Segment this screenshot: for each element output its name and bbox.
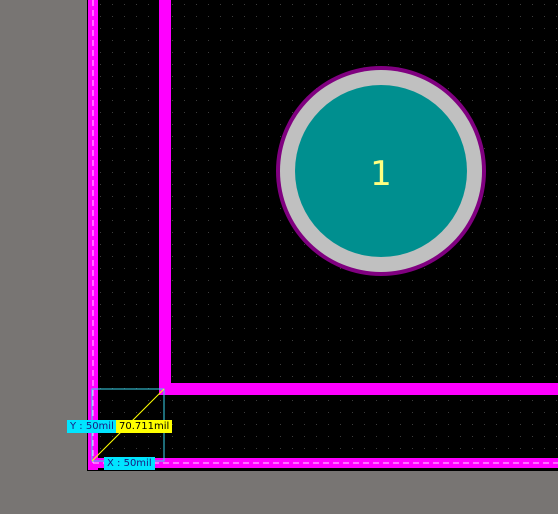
inner-outline-bottom: [159, 383, 558, 395]
measure-x-label: X : 50mil: [104, 457, 155, 470]
measure-y-label: Y : 50mil: [67, 420, 117, 433]
inner-outline-left: [159, 0, 171, 395]
pad-designator: 1: [370, 154, 392, 194]
measure-diagonal-label: 70.711mil: [116, 420, 173, 433]
pad-1[interactable]: 1: [276, 66, 486, 276]
pcb-canvas[interactable]: 1: [0, 0, 558, 514]
